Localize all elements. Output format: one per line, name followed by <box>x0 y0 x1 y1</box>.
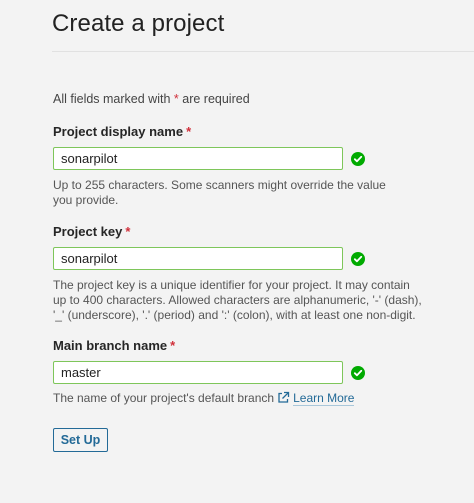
required-fields-note: All fields marked with * are required <box>53 92 250 106</box>
project-key-label: Project key * <box>53 224 130 239</box>
check-circle-icon <box>351 366 365 380</box>
project-key-label-text: Project key <box>53 224 123 239</box>
main-branch-input[interactable] <box>53 361 343 384</box>
main-branch-help: The name of your project's default branc… <box>53 391 433 406</box>
project-key-help: The project key is a unique identifier f… <box>53 278 422 322</box>
display-name-required-mark: * <box>186 124 192 139</box>
header-divider <box>52 51 474 52</box>
main-branch-help-text: The name of your project's default branc… <box>53 391 275 405</box>
main-branch-label: Main branch name * <box>53 338 175 353</box>
check-circle-icon <box>351 252 365 266</box>
project-key-required-mark: * <box>125 224 131 239</box>
required-note-asterisk: * <box>173 92 179 106</box>
display-name-label: Project display name * <box>53 124 191 139</box>
display-name-help: Up to 255 characters. Some scanners migh… <box>53 178 386 207</box>
page-title: Create a project <box>52 10 225 37</box>
required-note-prefix: All fields marked with <box>53 92 171 106</box>
learn-more-link[interactable]: Learn More <box>293 391 355 406</box>
main-branch-required-mark: * <box>170 338 176 353</box>
main-branch-label-text: Main branch name <box>53 338 168 353</box>
check-circle-icon <box>351 152 365 166</box>
page-header: Create a project <box>0 0 474 52</box>
required-note-suffix: are required <box>182 92 250 106</box>
display-name-input[interactable] <box>53 147 343 170</box>
set-up-button[interactable]: Set Up <box>53 428 108 452</box>
external-link-icon[interactable] <box>277 391 290 404</box>
project-key-input[interactable] <box>53 247 343 270</box>
display-name-label-text: Project display name <box>53 124 184 139</box>
